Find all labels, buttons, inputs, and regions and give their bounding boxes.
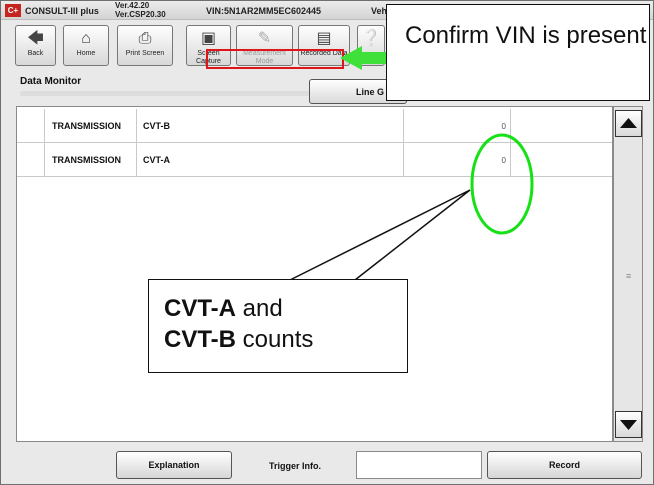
- scroll-up-button[interactable]: [615, 110, 642, 137]
- consult-logo: C+: [5, 4, 21, 17]
- help-button[interactable]: ❔: [357, 25, 385, 66]
- version-line-1: Ver.42.20: [115, 1, 150, 10]
- measurement-icon: ✎: [257, 30, 272, 47]
- callout-bold-cvt-a: CVT-A: [164, 295, 236, 322]
- callout-cvt-counts: CVT-A and CVT-B counts: [148, 279, 408, 373]
- record-button[interactable]: Record: [487, 451, 642, 479]
- recorded-data-icon: ▤: [316, 30, 332, 47]
- camera-icon: ▣: [200, 30, 217, 47]
- unit-cell: [512, 143, 612, 177]
- help-icon: ❔: [361, 30, 381, 47]
- back-arrow-icon: 🡄: [27, 30, 44, 47]
- value-cell: 0: [405, 143, 511, 177]
- home-button[interactable]: ⌂ Home: [63, 25, 109, 66]
- version-info: Ver.42.20 Ver.CSP20.30: [115, 1, 166, 19]
- explanation-button[interactable]: Explanation: [116, 451, 232, 479]
- scroll-down-button[interactable]: [615, 411, 642, 438]
- vehicle-label: Veh: [371, 6, 388, 16]
- printer-icon: ⎙: [138, 30, 152, 47]
- triangle-up-icon: [620, 118, 637, 128]
- scroll-grip-icon: ≡: [626, 271, 632, 281]
- row-marker-cell: [17, 143, 45, 177]
- home-label: Home: [76, 50, 96, 57]
- print-screen-label: Print Screen: [125, 50, 165, 57]
- version-line-2: Ver.CSP20.30: [115, 10, 166, 19]
- row-marker-cell: [17, 109, 45, 143]
- item-cell: CVT-B: [138, 109, 404, 143]
- system-cell: TRANSMISSION: [46, 143, 137, 177]
- unit-cell: [512, 109, 612, 143]
- vin-label: VIN:5N1AR2MM5EC602445: [206, 6, 322, 16]
- table-row[interactable]: TRANSMISSION CVT-A 0: [17, 143, 612, 177]
- back-label: Back: [27, 50, 44, 57]
- value-cell: 0: [405, 109, 511, 143]
- home-icon: ⌂: [81, 30, 91, 47]
- callout-bold-cvt-b: CVT-B: [164, 326, 236, 353]
- callout-text-counts: counts: [236, 326, 314, 353]
- callout-text-and: and: [236, 295, 283, 322]
- callout-line-2: CVT-B counts: [164, 324, 407, 355]
- system-cell: TRANSMISSION: [46, 109, 137, 143]
- app-name: CONSULT-III plus: [25, 6, 99, 16]
- callout-line-1: CVT-A and: [164, 293, 407, 324]
- back-button[interactable]: 🡄 Back: [15, 25, 56, 66]
- data-monitor-title: Data Monitor: [20, 76, 82, 87]
- section-divider: [20, 91, 310, 96]
- scrollbar[interactable]: ≡: [613, 106, 643, 442]
- item-cell: CVT-A: [138, 143, 404, 177]
- trigger-info-field: [356, 451, 482, 479]
- table-row[interactable]: TRANSMISSION CVT-B 0: [17, 109, 612, 143]
- trigger-info-label: Trigger Info.: [268, 461, 321, 471]
- monitor-table: TRANSMISSION CVT-B 0 TRANSMISSION CVT-A …: [16, 106, 613, 442]
- triangle-down-icon: [620, 420, 637, 430]
- vin-highlight-box: [206, 49, 344, 69]
- callout-confirm-vin: Confirm VIN is present: [386, 4, 650, 101]
- print-screen-button[interactable]: ⎙ Print Screen: [117, 25, 173, 66]
